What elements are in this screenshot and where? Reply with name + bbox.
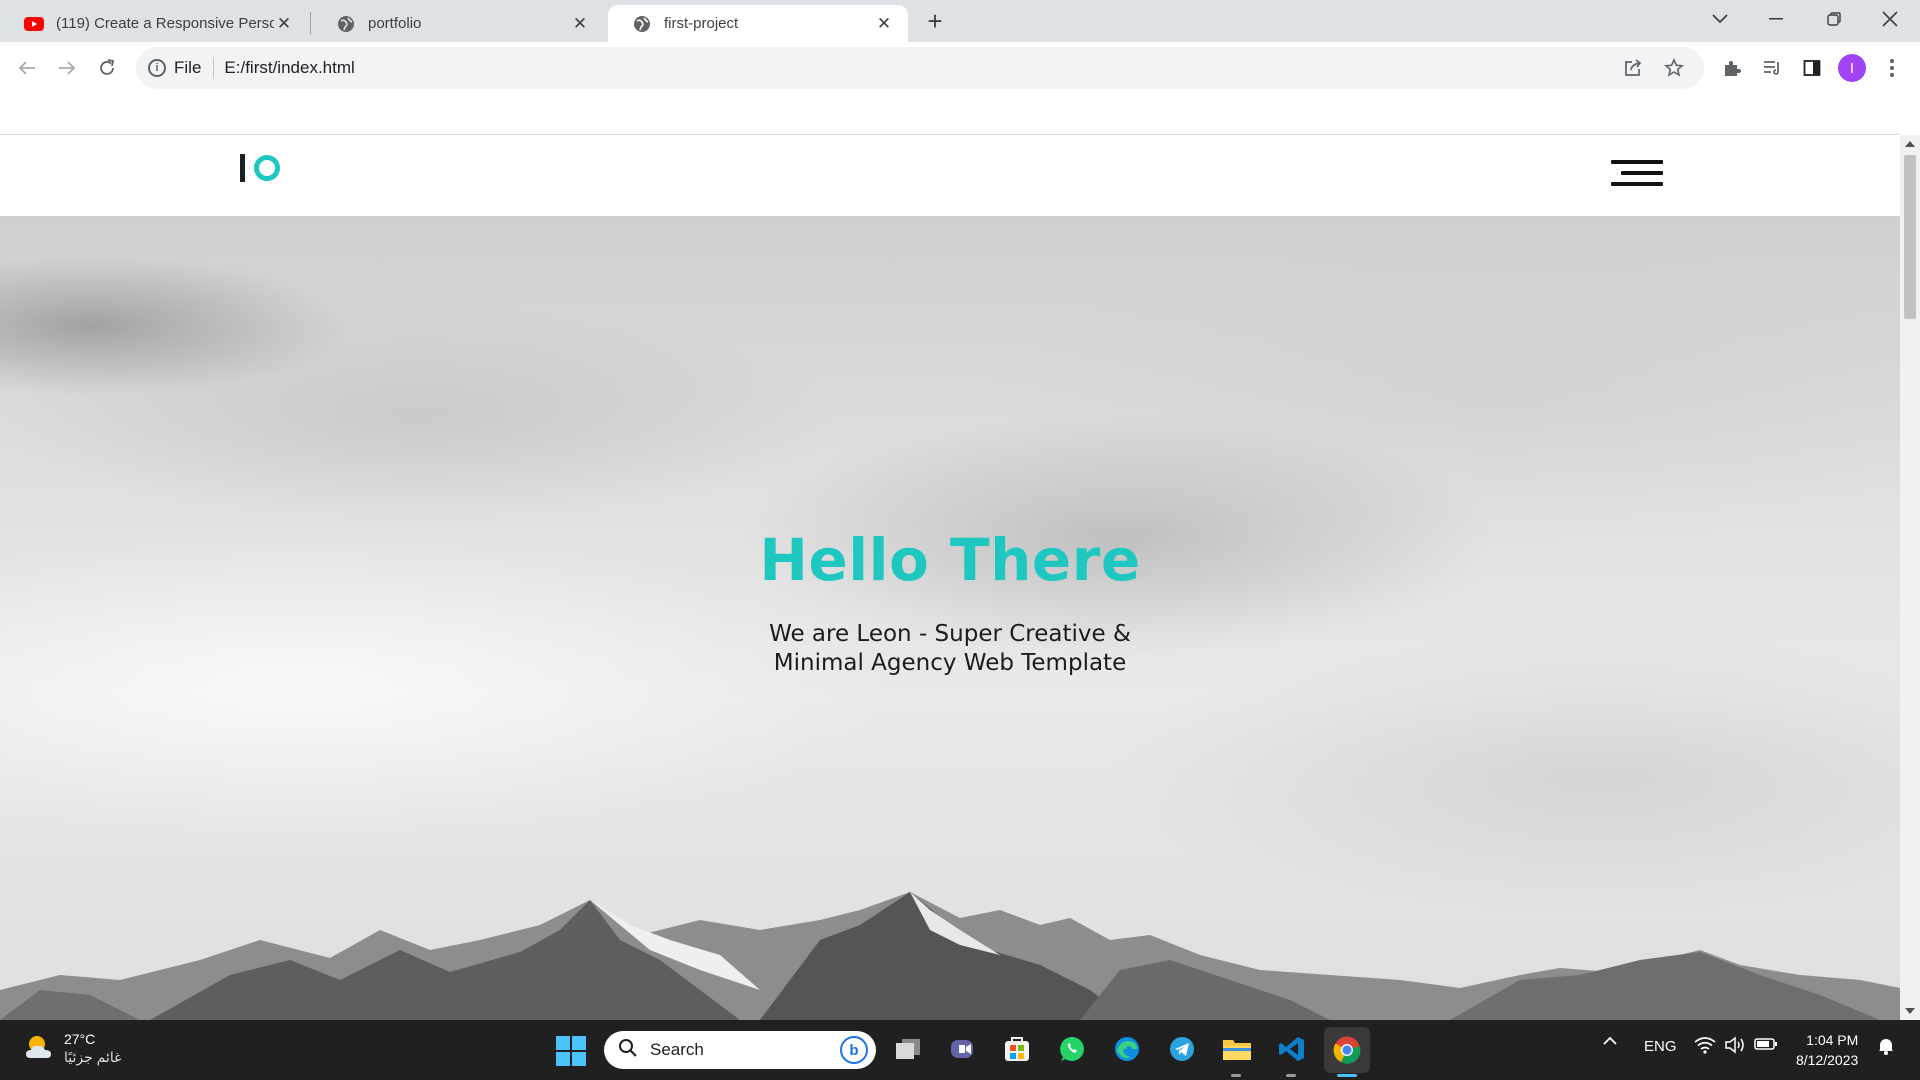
tab-first-project[interactable]: first-project ✕	[608, 5, 908, 42]
tab-youtube[interactable]: (119) Create a Responsive Personal ✕	[0, 5, 308, 42]
volume-icon[interactable]	[1724, 1036, 1746, 1058]
tab-portfolio[interactable]: portfolio ✕	[312, 5, 604, 42]
reload-button[interactable]	[91, 52, 123, 84]
hero-content: Hello There We are Leon - Super Creative…	[0, 526, 1900, 678]
forward-button[interactable]	[51, 52, 83, 84]
url-text[interactable]: E:/first/index.html	[224, 58, 354, 78]
scheme-label: File	[174, 58, 202, 77]
site-header	[0, 136, 1900, 216]
tab-title: portfolio	[368, 15, 422, 32]
clock-time: 1:04 PM	[1806, 1032, 1859, 1048]
telegram-icon[interactable]	[1165, 1032, 1199, 1066]
page-scrollbar[interactable]	[1900, 135, 1920, 1020]
partly-cloudy-icon	[24, 1032, 54, 1065]
system-clock[interactable]: 1:04 PM 8/12/2023	[1796, 1030, 1858, 1070]
reading-list-icon[interactable]	[1756, 52, 1788, 84]
search-icon	[618, 1038, 638, 1063]
scroll-down-arrow-icon[interactable]	[1905, 1008, 1915, 1014]
info-icon: i	[148, 59, 166, 77]
wifi-icon[interactable]	[1694, 1036, 1716, 1058]
search-placeholder: Search	[650, 1040, 704, 1059]
close-tab-icon[interactable]: ✕	[274, 14, 294, 34]
minimize-button[interactable]	[1748, 0, 1804, 38]
chrome-icon[interactable]	[1324, 1027, 1370, 1073]
taskbar-search-box[interactable]: Search b	[604, 1031, 876, 1069]
tab-search-chevron-icon[interactable]	[1692, 0, 1748, 38]
mountain-range-image	[0, 892, 1900, 1020]
file-explorer-icon[interactable]	[1220, 1032, 1254, 1066]
input-language[interactable]: ENG	[1644, 1038, 1677, 1055]
weather-widget[interactable]: 27°C غائم جزئيًا	[24, 1030, 121, 1066]
weather-text: 27°C غائم جزئيًا	[64, 1030, 121, 1066]
logo-bar	[240, 154, 245, 182]
scrollbar-thumb[interactable]	[1904, 155, 1916, 319]
hero-section: Hello There We are Leon - Super Creative…	[0, 216, 1900, 1020]
hero-title: Hello There	[759, 526, 1141, 594]
task-view-icon[interactable]	[891, 1032, 925, 1066]
clock-date: 8/12/2023	[1796, 1052, 1859, 1068]
running-indicator	[1286, 1074, 1296, 1077]
bing-icon[interactable]: b	[840, 1036, 868, 1064]
whatsapp-icon[interactable]	[1055, 1032, 1089, 1066]
temperature: 27°C	[64, 1031, 96, 1047]
extensions-icon[interactable]	[1716, 52, 1748, 84]
youtube-icon	[24, 14, 44, 34]
web-page: Hello There We are Leon - Super Creative…	[0, 94, 1900, 1020]
hamburger-menu-icon[interactable]	[1611, 160, 1663, 190]
running-indicator	[1231, 1074, 1241, 1077]
page-top-strip	[0, 94, 1900, 135]
tab-title: first-project	[664, 15, 739, 32]
hero-subtitle: We are Leon - Super Creative & Minimal A…	[769, 621, 1131, 676]
microsoft-store-icon[interactable]	[1000, 1032, 1034, 1066]
share-icon[interactable]	[1616, 51, 1650, 85]
page-viewport: Hello There We are Leon - Super Creative…	[0, 94, 1920, 1020]
windows-start-icon[interactable]	[556, 1036, 586, 1066]
tab-title: (119) Create a Responsive Personal	[56, 15, 274, 32]
close-tab-icon[interactable]: ✕	[570, 14, 590, 34]
show-hidden-icons-chevron-icon[interactable]	[1602, 1034, 1618, 1051]
globe-icon	[336, 14, 356, 34]
edge-icon[interactable]	[1110, 1032, 1144, 1066]
logo-ring	[254, 155, 280, 181]
new-tab-button[interactable]: +	[921, 6, 949, 36]
side-panel-icon[interactable]	[1796, 52, 1828, 84]
site-info-chip[interactable]: i File	[148, 58, 201, 78]
teams-icon[interactable]	[946, 1032, 980, 1066]
close-tab-icon[interactable]: ✕	[874, 14, 894, 34]
url-divider	[213, 57, 215, 79]
weather-condition: غائم جزئيًا	[64, 1049, 122, 1065]
site-logo[interactable]	[240, 154, 280, 182]
back-button[interactable]	[11, 52, 43, 84]
close-window-button[interactable]	[1862, 0, 1918, 38]
profile-avatar[interactable]: I	[1838, 54, 1866, 82]
tab-strip: (119) Create a Responsive Personal ✕ por…	[0, 0, 1920, 42]
address-bar[interactable]: i File E:/first/index.html	[136, 47, 1704, 89]
scroll-up-arrow-icon[interactable]	[1905, 141, 1915, 147]
restore-button[interactable]	[1806, 0, 1862, 38]
tab-separator	[310, 12, 311, 34]
notification-bell-icon[interactable]	[1876, 1036, 1896, 1060]
battery-icon[interactable]	[1754, 1037, 1778, 1055]
vscode-icon[interactable]	[1275, 1032, 1309, 1066]
browser-toolbar: i File E:/first/index.html I	[0, 42, 1920, 94]
globe-icon	[632, 14, 652, 34]
bookmark-star-icon[interactable]	[1657, 51, 1691, 85]
windows-taskbar: 27°C غائم جزئيًا Search b ENG 1:04 PM 8/…	[0, 1020, 1920, 1080]
active-app-indicator	[1337, 1074, 1357, 1077]
menu-kebab-icon[interactable]	[1876, 52, 1908, 84]
